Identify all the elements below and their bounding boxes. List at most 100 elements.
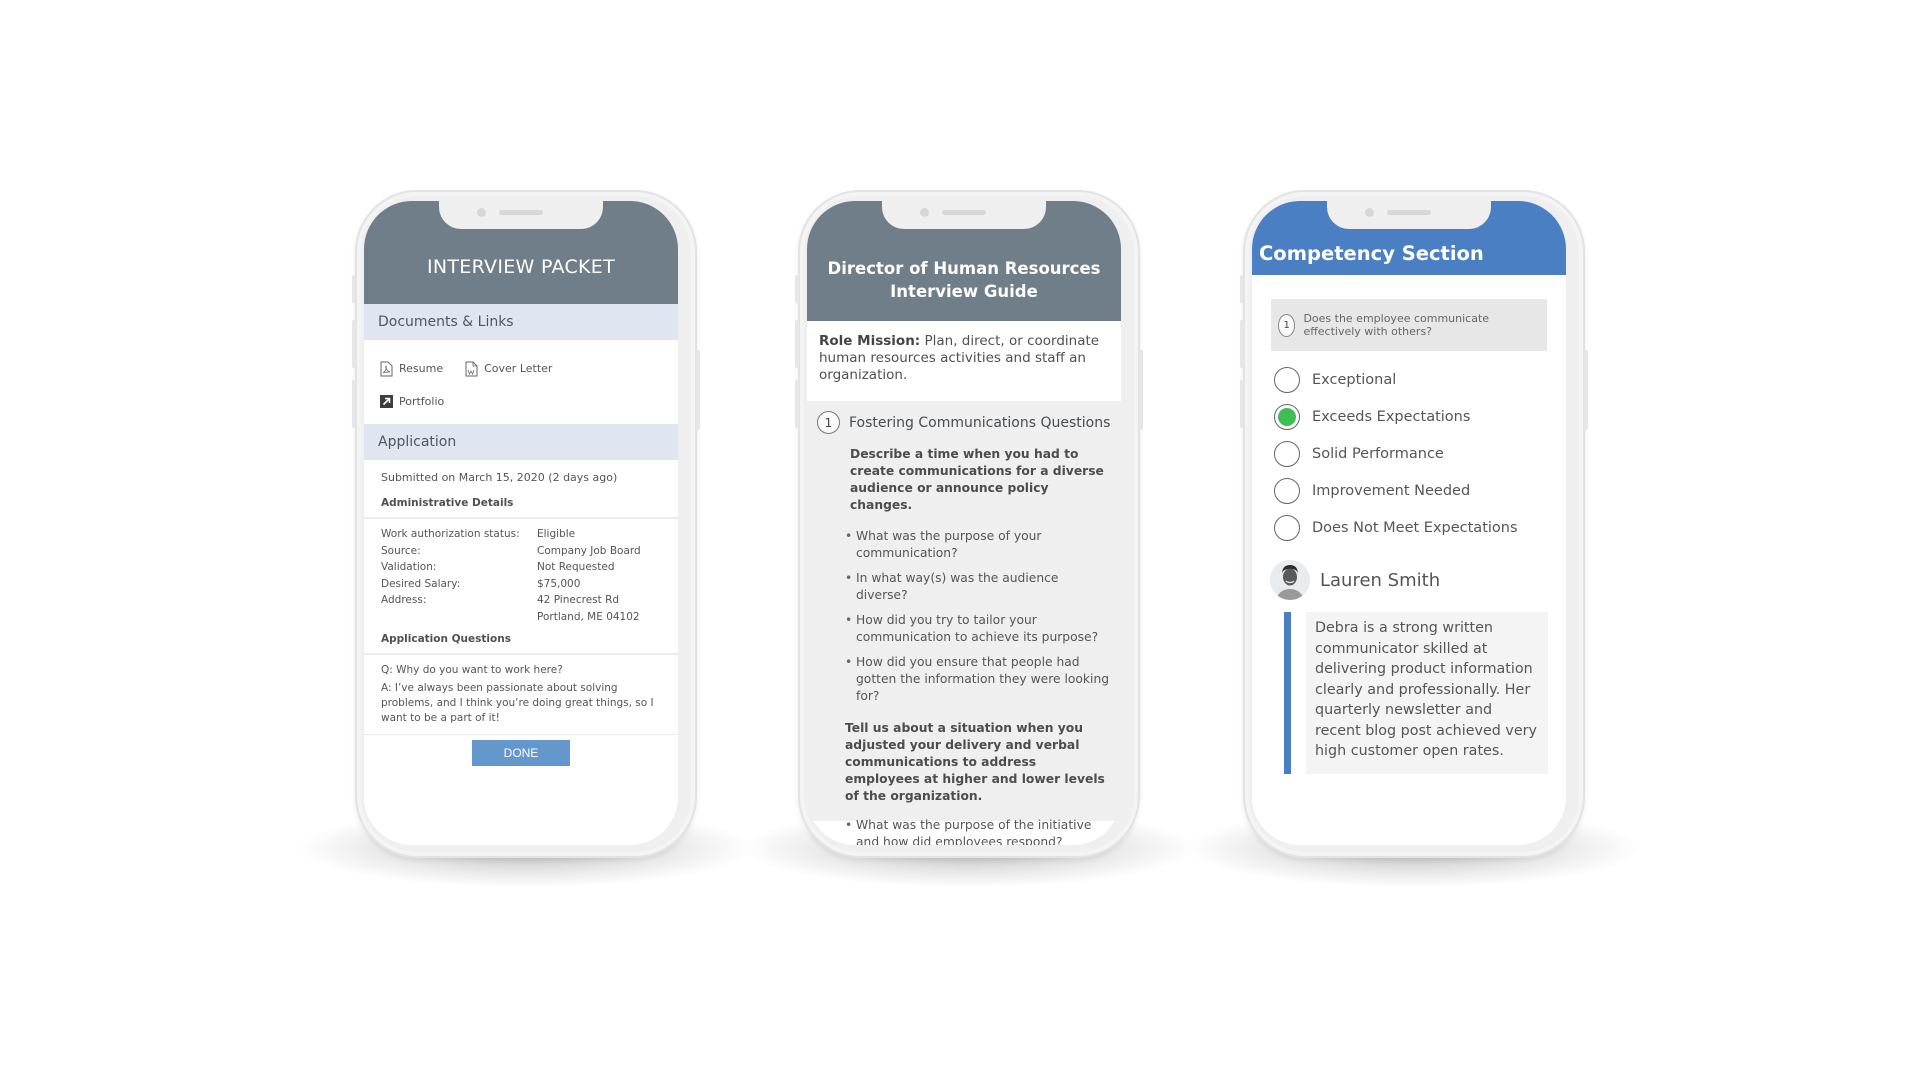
volume-down-button	[352, 380, 356, 428]
radio-button[interactable]	[1274, 477, 1300, 504]
detail-label	[381, 611, 537, 623]
rating-option-does-not-meet[interactable]: Does Not Meet Expectations	[1274, 509, 1566, 546]
detail-value: 42 Pinecrest Rd	[537, 594, 620, 606]
rating-label: Does Not Meet Expectations	[1312, 519, 1518, 536]
selected-dot-icon	[1278, 407, 1296, 426]
mission-label: Role Mission:	[819, 333, 921, 349]
details-table: Work authorization status: Eligible Sourc…	[364, 519, 678, 627]
speaker-icon	[1387, 210, 1431, 215]
mute-switch	[1240, 275, 1244, 303]
detail-label: Work authorization status:	[381, 528, 520, 540]
follow-up-list: What was the purpose of your communicati…	[817, 514, 1111, 705]
volume-up-button	[352, 320, 356, 368]
avatar	[1270, 560, 1310, 600]
done-button[interactable]: DONE	[472, 739, 570, 766]
review-comment: Debra is a strong written communicator s…	[1284, 612, 1548, 774]
question-prompt: Describe a time when you had to create c…	[850, 447, 1104, 512]
pdf-file-icon	[380, 361, 393, 376]
section-number: 1	[817, 411, 840, 434]
follow-up-item: In what way(s) was the audience diverse?	[845, 570, 1111, 604]
rating-label: Solid Performance	[1312, 445, 1444, 462]
application-questions-heading: Application Questions	[381, 632, 511, 645]
answer-text: A: I’ve always been passionate about sol…	[381, 681, 654, 724]
volume-up-button	[795, 320, 799, 368]
reviewer: Lauren Smith	[1252, 546, 1566, 600]
comment-text: Debra is a strong written communicator s…	[1306, 612, 1548, 774]
rating-option-exceeds-expectations[interactable]: Exceeds Expectations	[1274, 398, 1566, 435]
detail-label: Validation:	[381, 561, 437, 573]
person-avatar-icon	[1270, 560, 1310, 600]
radio-button[interactable]	[1274, 440, 1300, 467]
notch	[439, 201, 603, 229]
title-line-1: Director of Human Resources	[827, 259, 1101, 278]
radio-button[interactable]	[1274, 366, 1300, 393]
comment-accent-bar	[1284, 612, 1291, 774]
detail-label: Address:	[381, 594, 427, 606]
portfolio-label: Portfolio	[399, 395, 445, 408]
detail-label: Source:	[381, 544, 421, 557]
speaker-icon	[499, 210, 543, 215]
rating-label: Exceeds Expectations	[1312, 408, 1471, 425]
question-prompt: Tell us about a situation when you adjus…	[845, 721, 1105, 803]
question-text: Q: Why do you want to work here?	[381, 663, 563, 676]
notch	[1327, 201, 1491, 229]
role-mission: Role Mission: Plan, direct, or coordinat…	[807, 321, 1121, 401]
rating-option-solid-performance[interactable]: Solid Performance	[1274, 435, 1566, 472]
detail-value: Company Job Board	[537, 544, 641, 557]
question-answer: Q: Why do you want to work here? A: I’ve…	[364, 655, 678, 734]
rating-options: Exceptional Exceeds Expectations Solid P…	[1252, 351, 1566, 546]
power-button	[1139, 350, 1143, 430]
volume-up-button	[1240, 320, 1244, 368]
detail-label: Desired Salary:	[381, 577, 461, 590]
title-line-2: Interview Guide	[890, 282, 1038, 301]
mute-switch	[795, 275, 799, 303]
camera-icon	[1365, 208, 1374, 217]
administrative-details-heading: Administrative Details	[381, 497, 514, 509]
section-title-text: Fostering Communications Questions	[849, 414, 1111, 431]
follow-up-item: How did you try to tailor your communica…	[845, 612, 1111, 646]
phone-competency: Competency Section 1 Does the employee c…	[1183, 190, 1645, 888]
cover-letter-link[interactable]: Cover Letter	[465, 361, 552, 377]
portfolio-link[interactable]: Portfolio	[380, 395, 444, 408]
resume-label: Resume	[399, 362, 444, 375]
rating-label: Improvement Needed	[1312, 482, 1471, 499]
power-button	[696, 350, 700, 430]
follow-up-item: What was the purpose of the initiative a…	[845, 817, 1111, 845]
application-heading: Application	[364, 424, 678, 460]
word-file-icon	[465, 361, 478, 376]
rating-label: Exceptional	[1312, 371, 1397, 388]
follow-up-item: What was the purpose of your communicati…	[845, 528, 1111, 562]
resume-link[interactable]: Resume	[380, 361, 443, 377]
rating-option-improvement-needed[interactable]: Improvement Needed	[1274, 472, 1566, 509]
detail-value: Eligible	[537, 528, 576, 540]
speaker-icon	[942, 210, 986, 215]
screen: INTERVIEW PACKET Documents & Links Resum…	[364, 201, 678, 845]
screen: Competency Section 1 Does the employee c…	[1252, 201, 1566, 845]
radio-button[interactable]	[1274, 514, 1300, 541]
detail-value: Not Requested	[537, 561, 615, 573]
question-text: Does the employee communicate effectivel…	[1303, 312, 1490, 338]
documents-heading: Documents & Links	[364, 304, 678, 340]
section-title[interactable]: 1 Fostering Communications Questions	[817, 411, 1111, 434]
question-number: 1	[1278, 313, 1296, 337]
follow-up-item: How did you ensure that people had gotte…	[845, 654, 1111, 705]
radio-button-selected[interactable]	[1274, 403, 1300, 430]
question-section: 1 Fostering Communications Questions Des…	[807, 401, 1121, 845]
detail-value: Portland, ME 04102	[537, 610, 640, 623]
follow-up-list: What was the purpose of the initiative a…	[817, 805, 1111, 845]
volume-down-button	[795, 380, 799, 428]
screen: Director of Human Resources Interview Gui…	[807, 201, 1121, 845]
phone-interview-packet: INTERVIEW PACKET Documents & Links Resum…	[295, 190, 757, 888]
documents-list: Resume Cover Letter Portfolio	[364, 340, 678, 424]
competency-question: 1 Does the employee communicate effectiv…	[1271, 299, 1547, 351]
camera-icon	[477, 208, 486, 217]
external-link-icon	[380, 395, 393, 408]
camera-icon	[920, 208, 929, 217]
submitted-date: Submitted on March 15, 2020 (2 days ago)	[381, 471, 618, 484]
detail-value: $75,000	[537, 577, 581, 590]
power-button	[1584, 350, 1588, 430]
notch	[882, 201, 1046, 229]
volume-down-button	[1240, 380, 1244, 428]
cover-letter-label: Cover Letter	[484, 362, 553, 375]
rating-option-exceptional[interactable]: Exceptional	[1274, 361, 1566, 398]
